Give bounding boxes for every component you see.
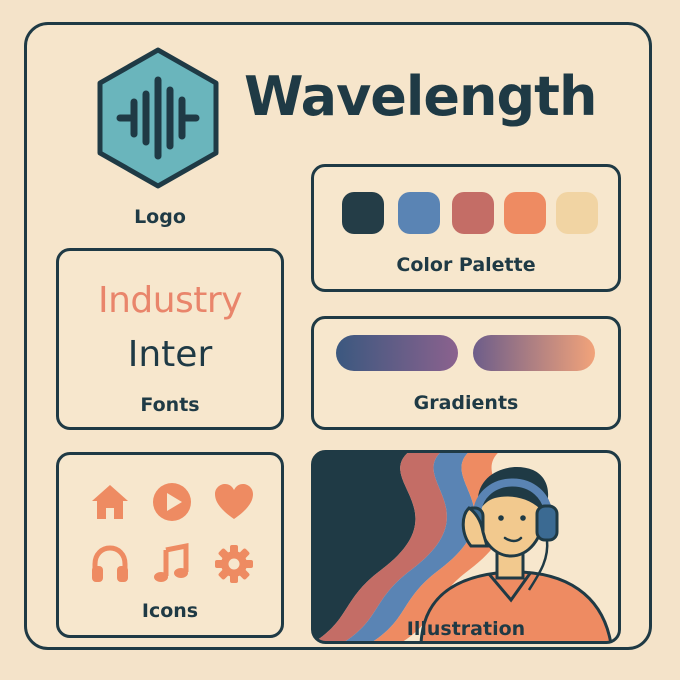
logo-label: Logo [134,206,186,228]
font-sample-body: Inter [127,334,213,375]
icons-label: Icons [141,600,199,622]
play-icon[interactable] [150,480,194,524]
illustration-label: Illustration [406,618,526,640]
headphones-icon[interactable] [88,542,132,586]
home-icon[interactable] [88,480,132,524]
heart-icon[interactable] [212,480,256,524]
gear-icon[interactable] [212,542,256,586]
brand-title: Wavelength [244,65,597,128]
gradients-label: Gradients [413,392,519,414]
soundwave-hexagon-icon [97,47,219,189]
palette-swatch-5[interactable] [556,192,598,234]
palette-swatch-4[interactable] [504,192,546,234]
palette-swatch-3[interactable] [452,192,494,234]
palette-swatch-1[interactable] [342,192,384,234]
color-palette-label: Color Palette [396,254,536,276]
gradient-swatch-1[interactable] [336,335,458,371]
font-sample-display: Industry [97,280,243,321]
music-note-icon[interactable] [150,542,194,586]
gradient-swatch-2[interactable] [473,335,595,371]
fonts-label: Fonts [140,394,200,416]
illustration-card [311,450,621,644]
palette-swatch-2[interactable] [398,192,440,234]
